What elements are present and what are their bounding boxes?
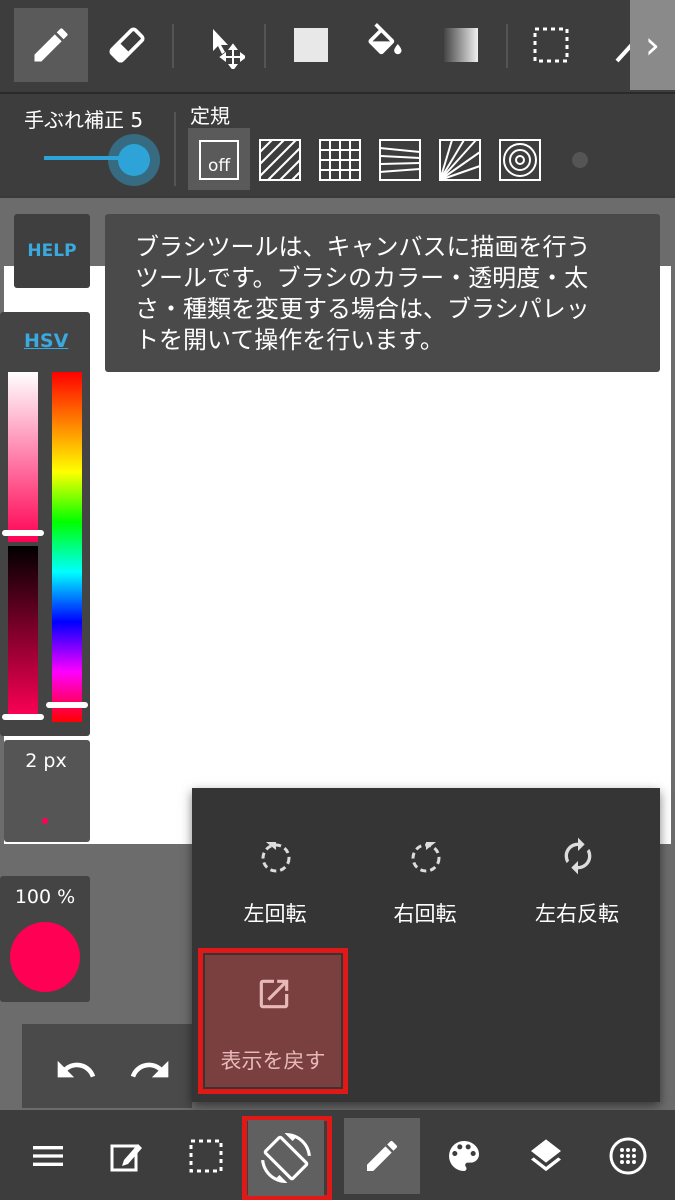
ruler-concentric-button[interactable] (496, 136, 544, 184)
select-tool-button[interactable] (514, 8, 588, 82)
color-mode-tab[interactable]: HSV (24, 330, 68, 352)
toolbar-divider (506, 24, 508, 68)
ruler-off-button[interactable]: off (195, 136, 243, 184)
toolbar-more-button[interactable]: › (630, 0, 675, 90)
flip-horizontal-label: 左右反転 (535, 902, 619, 926)
color-panel: HSV (0, 312, 90, 736)
dashed-selection-icon (533, 27, 569, 63)
open-external-icon (259, 979, 289, 1009)
ruler-label: 定規 (190, 104, 230, 128)
concentric-circles-icon (499, 139, 541, 181)
fill-rect-tool-button[interactable] (274, 8, 348, 82)
saturation-handle[interactable] (2, 530, 44, 536)
rotate-right-label: 右回転 (393, 902, 457, 926)
eraser-tool-button[interactable] (90, 8, 164, 82)
rotate-screen-button[interactable] (248, 1120, 324, 1196)
top-toolbar: › (0, 0, 675, 94)
ruler-page-dot (572, 152, 588, 168)
move-select-icon (213, 29, 245, 69)
opacity-color-panel[interactable]: 100 % (0, 876, 90, 1002)
stabilizer-label: 手ぶれ補正 5 (24, 108, 144, 132)
toolbar-divider (172, 24, 174, 68)
stabilizer-slider-thumb[interactable] (118, 144, 150, 176)
redo-button[interactable] (128, 1048, 172, 1092)
eraser-icon (109, 27, 145, 63)
pencil-icon (367, 1140, 398, 1171)
flip-horizontal-icon (564, 837, 592, 875)
brush-size-value: 2 px (25, 750, 67, 772)
palette-button[interactable] (426, 1118, 502, 1194)
material-button[interactable] (590, 1118, 666, 1194)
help-button-label: HELP (27, 241, 77, 261)
rotate-popup-menu: 左回転 右回転 左右反転 表示を戻す (192, 788, 660, 1102)
flip-horizontal-item[interactable]: 左右反転 (502, 804, 652, 944)
ruler-off-icon: off (199, 140, 239, 180)
hue-bar[interactable] (52, 372, 82, 722)
toolbar-divider (264, 24, 266, 68)
undo-icon (57, 1060, 96, 1078)
square-fill-icon (294, 28, 328, 62)
layers-button[interactable] (508, 1118, 584, 1194)
screen-rotation-icon (261, 1133, 311, 1183)
rotate-left-label: 左回転 (243, 902, 307, 926)
ruler-parallel-button[interactable] (256, 136, 304, 184)
saturation-bar[interactable] (8, 372, 38, 542)
brush-size-preview (42, 818, 48, 824)
radial-lines-icon (439, 139, 481, 181)
ruler-grid-button[interactable] (316, 136, 364, 184)
selection-icon (189, 1139, 223, 1173)
palette-icon (449, 1141, 479, 1171)
move-tool-button[interactable] (184, 8, 258, 82)
selection-button[interactable] (168, 1118, 244, 1194)
chevron-right-icon: › (644, 23, 661, 67)
grid-icon (319, 139, 361, 181)
reset-view-label: 表示を戻す (220, 1049, 326, 1073)
undo-button[interactable] (54, 1048, 98, 1092)
hamburger-menu-icon (33, 1146, 63, 1166)
paint-bucket-icon (368, 23, 402, 55)
bucket-tool-button[interactable] (348, 8, 422, 82)
help-button[interactable]: HELP (14, 214, 90, 288)
options-divider (174, 112, 176, 186)
pencil-icon (34, 28, 68, 62)
edit-button[interactable] (88, 1118, 164, 1194)
reset-view-item[interactable]: 表示を戻す (205, 955, 341, 1087)
parallel-lines-icon (259, 139, 301, 181)
ruler-off-text: off (207, 156, 231, 176)
gradient-icon (444, 28, 478, 62)
brush-size-panel[interactable]: 2 px (4, 740, 90, 842)
ruler-perspective-button[interactable] (376, 136, 424, 184)
rotate-right-icon (411, 842, 441, 873)
current-color-swatch[interactable] (10, 922, 80, 992)
value-handle[interactable] (2, 714, 44, 720)
help-tooltip: ブラシツールは、キャンバスに描画を行うツールです。ブラシのカラー・透明度・太さ・… (105, 214, 660, 372)
rotate-left-item[interactable]: 左回転 (202, 804, 348, 944)
ruler-radial-button[interactable] (436, 136, 484, 184)
pen-tool-button[interactable] (14, 8, 88, 82)
rotate-left-icon (261, 842, 291, 873)
menu-button[interactable] (10, 1118, 86, 1194)
material-dots-icon (609, 1137, 647, 1175)
edit-square-icon (110, 1144, 142, 1172)
redo-icon (130, 1060, 169, 1078)
value-bar[interactable] (8, 546, 38, 718)
gradient-tool-button[interactable] (424, 8, 498, 82)
reset-view-highlight: 表示を戻す (198, 948, 348, 1094)
brush-button[interactable] (344, 1118, 420, 1194)
help-text: ブラシツールは、キャンバスに描画を行うツールです。ブラシのカラー・透明度・太さ・… (135, 233, 591, 354)
layers-icon (531, 1139, 561, 1172)
opacity-value: 100 % (14, 886, 76, 908)
rotate-right-item[interactable]: 右回転 (352, 804, 498, 944)
perspective-lines-icon (379, 139, 421, 181)
hue-handle[interactable] (46, 702, 88, 708)
